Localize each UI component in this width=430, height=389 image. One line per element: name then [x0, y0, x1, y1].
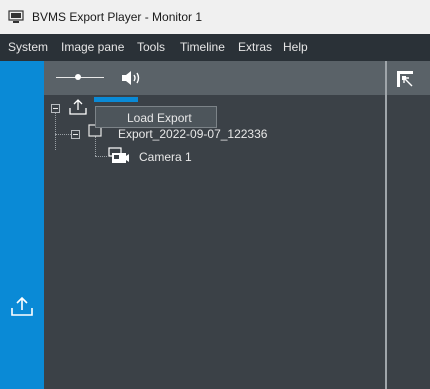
image-pane-panel [387, 61, 430, 389]
menu-extras[interactable]: Extras [238, 40, 272, 54]
context-menu: Load Export [95, 106, 217, 128]
toolbar [44, 61, 386, 95]
export-collapse-toggle[interactable] [71, 130, 80, 139]
volume-slider[interactable] [52, 67, 108, 89]
upload-export-icon[interactable] [9, 294, 35, 321]
menu-bar: System Image pane Tools Timeline Extras … [0, 34, 430, 61]
tree-connector [55, 112, 56, 150]
window-title: BVMS Export Player - Monitor 1 [32, 10, 203, 24]
speaker-icon[interactable] [120, 70, 142, 89]
upload-icon[interactable] [68, 98, 88, 119]
menu-image-pane[interactable]: Image pane [61, 40, 124, 54]
volume-slider-thumb[interactable] [74, 74, 81, 80]
root-collapse-toggle[interactable] [51, 104, 60, 113]
menu-help[interactable]: Help [283, 40, 308, 54]
menu-timeline[interactable]: Timeline [180, 40, 225, 54]
menu-tools[interactable]: Tools [137, 40, 165, 54]
context-menu-load-export[interactable]: Load Export [127, 111, 192, 125]
menu-system[interactable]: System [8, 40, 48, 54]
tree-connector [95, 156, 107, 157]
export-tree: Export_2022-09-07_122336 Camera 1 [44, 95, 386, 389]
export-node-label[interactable]: Export_2022-09-07_122336 [118, 127, 267, 141]
image-pane-header [387, 61, 430, 95]
pane-layout-icon[interactable] [396, 70, 414, 91]
left-sidebar [0, 61, 44, 389]
camera-icon [108, 147, 130, 168]
title-bar: BVMS Export Player - Monitor 1 [0, 0, 430, 34]
root-node-selection[interactable] [94, 97, 138, 102]
camera-node-label[interactable]: Camera 1 [139, 150, 192, 164]
app-monitor-icon [8, 10, 24, 27]
